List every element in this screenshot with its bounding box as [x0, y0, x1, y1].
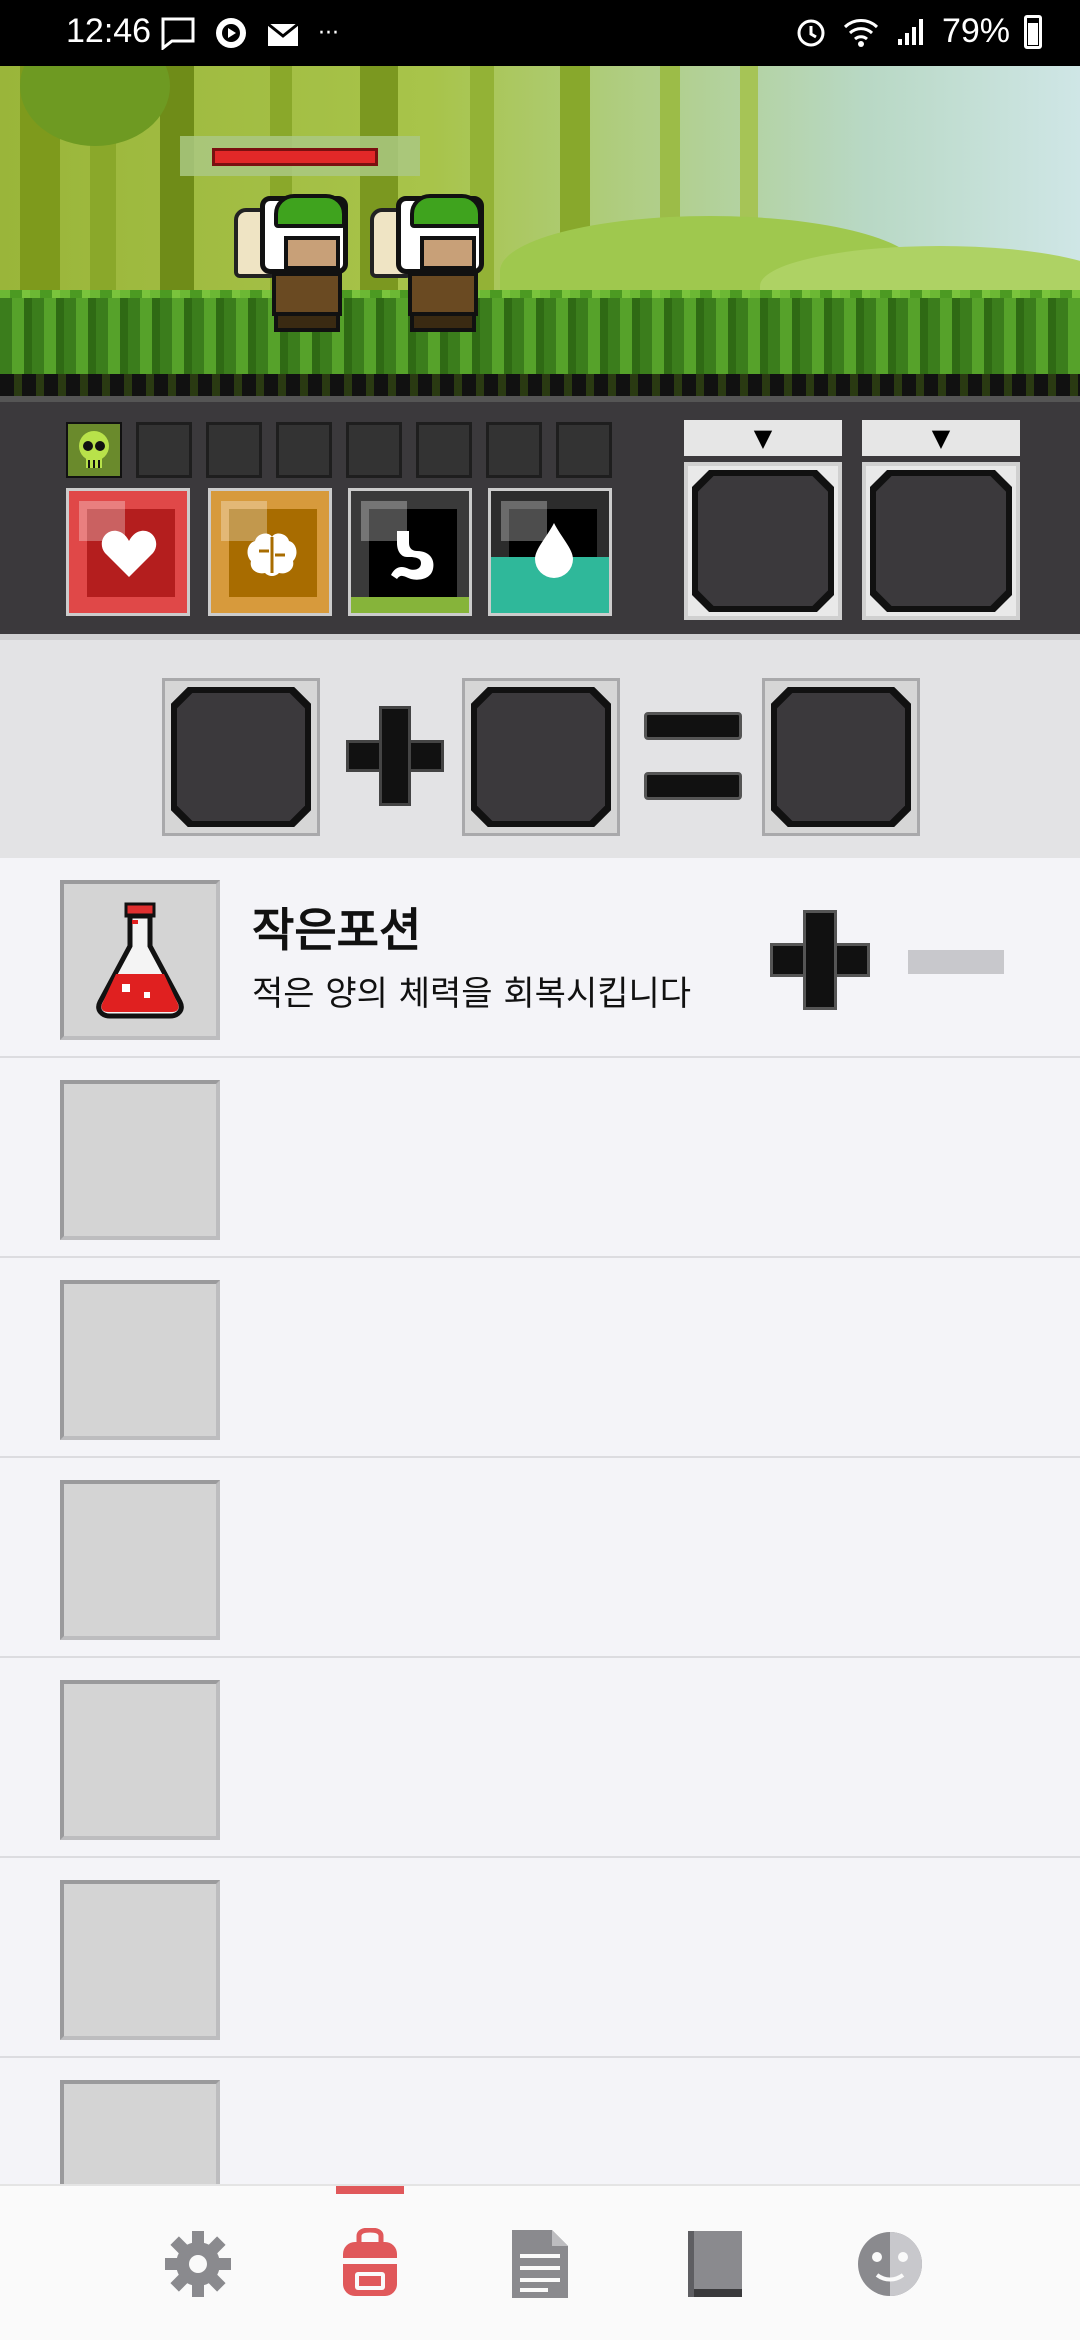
face-icon: [858, 2232, 922, 2296]
skull-debuff-icon[interactable]: [66, 422, 122, 478]
nav-character[interactable]: [782, 2186, 998, 2340]
enemy-archer[interactable]: [234, 194, 364, 336]
message-icon: [161, 17, 195, 50]
buff-slot[interactable]: [416, 422, 472, 478]
list-item[interactable]: [0, 1058, 1080, 1258]
list-item[interactable]: [0, 1458, 1080, 1658]
buff-slot[interactable]: [206, 422, 262, 478]
battle-scene[interactable]: [0, 66, 1080, 396]
combine-input-slot-2[interactable]: [462, 678, 620, 836]
item-description: 적은 양의 체력을 회복시킵니다: [252, 974, 692, 1014]
stat-thirst[interactable]: [488, 488, 612, 616]
potion-flask-icon: [96, 902, 184, 1019]
water-drop-icon: [535, 523, 573, 578]
equip-slot-weapon[interactable]: ▼: [684, 420, 842, 620]
enemy-archer[interactable]: [370, 194, 500, 336]
decrease-quantity-button[interactable]: [908, 950, 1004, 974]
more-dots-icon: ···: [318, 20, 339, 46]
item-slot[interactable]: [60, 880, 220, 1040]
buff-slot[interactable]: [276, 422, 332, 478]
alarm-icon: [797, 19, 825, 46]
item-name: 작은포션: [252, 903, 422, 957]
play-icon: [216, 18, 246, 48]
empty-item-slot[interactable]: [60, 1280, 220, 1440]
empty-item-slot[interactable]: [60, 1680, 220, 1840]
bottom-navigation: [0, 2184, 1080, 2340]
equip-dropdown-arrow[interactable]: ▼: [862, 420, 1020, 456]
system-icons: 79%: [794, 12, 1042, 51]
combine-result-slot[interactable]: [762, 678, 920, 836]
combine-input-slot-1[interactable]: [162, 678, 320, 836]
gear-icon: [165, 2231, 231, 2297]
book-icon: [688, 2231, 742, 2297]
buff-slot[interactable]: [136, 422, 192, 478]
empty-item-slot[interactable]: [60, 1480, 220, 1640]
empty-item-slot[interactable]: [60, 2080, 220, 2184]
inventory-list[interactable]: 작은포션 적은 양의 체력을 회복시킵니다: [0, 858, 1080, 2184]
stomach-icon: [391, 531, 434, 580]
list-item[interactable]: [0, 1858, 1080, 2058]
empty-item-slot[interactable]: [60, 1880, 220, 2040]
enemy-hp-bar: [212, 148, 378, 166]
increase-quantity-button[interactable]: [770, 910, 870, 1010]
brain-icon: [247, 533, 297, 576]
document-icon: [512, 2230, 568, 2298]
stat-mind[interactable]: [208, 488, 332, 616]
buff-slot[interactable]: [486, 422, 542, 478]
status-panel: ▼ ▼: [0, 396, 1080, 634]
battery-icon: [1024, 14, 1042, 49]
mail-icon: [267, 22, 299, 46]
stat-hunger[interactable]: [348, 488, 472, 616]
heart-icon: [101, 530, 157, 577]
list-item[interactable]: [0, 1258, 1080, 1458]
buff-slot[interactable]: [346, 422, 402, 478]
equip-slot-armor[interactable]: ▼: [862, 420, 1020, 620]
list-item[interactable]: [0, 2058, 1080, 2184]
stat-health[interactable]: [66, 488, 190, 616]
backpack-icon: [343, 2228, 397, 2296]
equip-dropdown-arrow[interactable]: ▼: [684, 420, 842, 456]
wifi-icon: [843, 18, 878, 47]
list-item[interactable]: 작은포션 적은 양의 체력을 회복시킵니다: [0, 858, 1080, 1058]
status-time: 12:46: [66, 12, 152, 50]
grass-ground: [0, 298, 1080, 376]
combine-section: [0, 634, 1080, 858]
signal-icon: [897, 18, 923, 45]
status-bar: 12:46 ··· 79%: [0, 0, 1080, 66]
battery-percent: 79%: [941, 12, 1010, 50]
list-item[interactable]: [0, 1658, 1080, 1858]
notification-icons: ···: [160, 14, 339, 52]
empty-item-slot[interactable]: [60, 1080, 220, 1240]
buff-slot[interactable]: [556, 422, 612, 478]
dirt-ground: [0, 374, 1080, 396]
